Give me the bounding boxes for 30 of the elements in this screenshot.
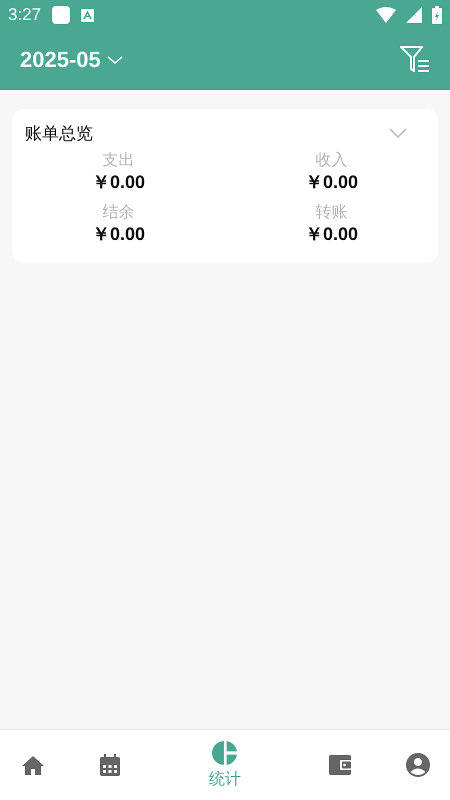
nav-tab[interactable] <box>98 753 122 777</box>
summary-amount: ￥0.00 <box>92 171 146 193</box>
summary-label: 收入 <box>316 149 348 171</box>
filter-icon <box>400 46 430 74</box>
nav-tab[interactable] <box>20 753 44 777</box>
summary-amount: ￥0.00 <box>304 171 358 193</box>
summary-amount: ￥0.00 <box>92 223 146 245</box>
battery-icon <box>432 6 442 24</box>
summary-label: 支出 <box>102 149 134 171</box>
filter-button[interactable] <box>400 46 430 74</box>
wallet-icon <box>328 753 352 777</box>
notification-icon <box>51 5 72 25</box>
summary-amount: ￥0.00 <box>304 223 358 245</box>
card-title: 账单总览 <box>25 122 93 144</box>
signal-icon <box>406 7 422 23</box>
profile-icon <box>406 753 430 777</box>
calendar-icon <box>98 753 122 777</box>
summary-label: 结余 <box>102 201 134 223</box>
pie-chart-icon <box>212 740 238 766</box>
month-selector[interactable]: 2025-05 <box>20 47 123 73</box>
chevron-down-icon <box>106 55 123 65</box>
chevron-icon <box>389 128 407 138</box>
home-icon <box>20 753 44 777</box>
nav-tab[interactable]: 统计 <box>209 740 241 790</box>
nav-tab[interactable] <box>328 753 352 777</box>
summary-label: 转账 <box>316 201 348 223</box>
status-time: 3:27 <box>8 5 42 25</box>
app-icon <box>81 8 94 22</box>
wifi-icon <box>376 7 396 23</box>
nav-tab[interactable] <box>406 753 430 777</box>
